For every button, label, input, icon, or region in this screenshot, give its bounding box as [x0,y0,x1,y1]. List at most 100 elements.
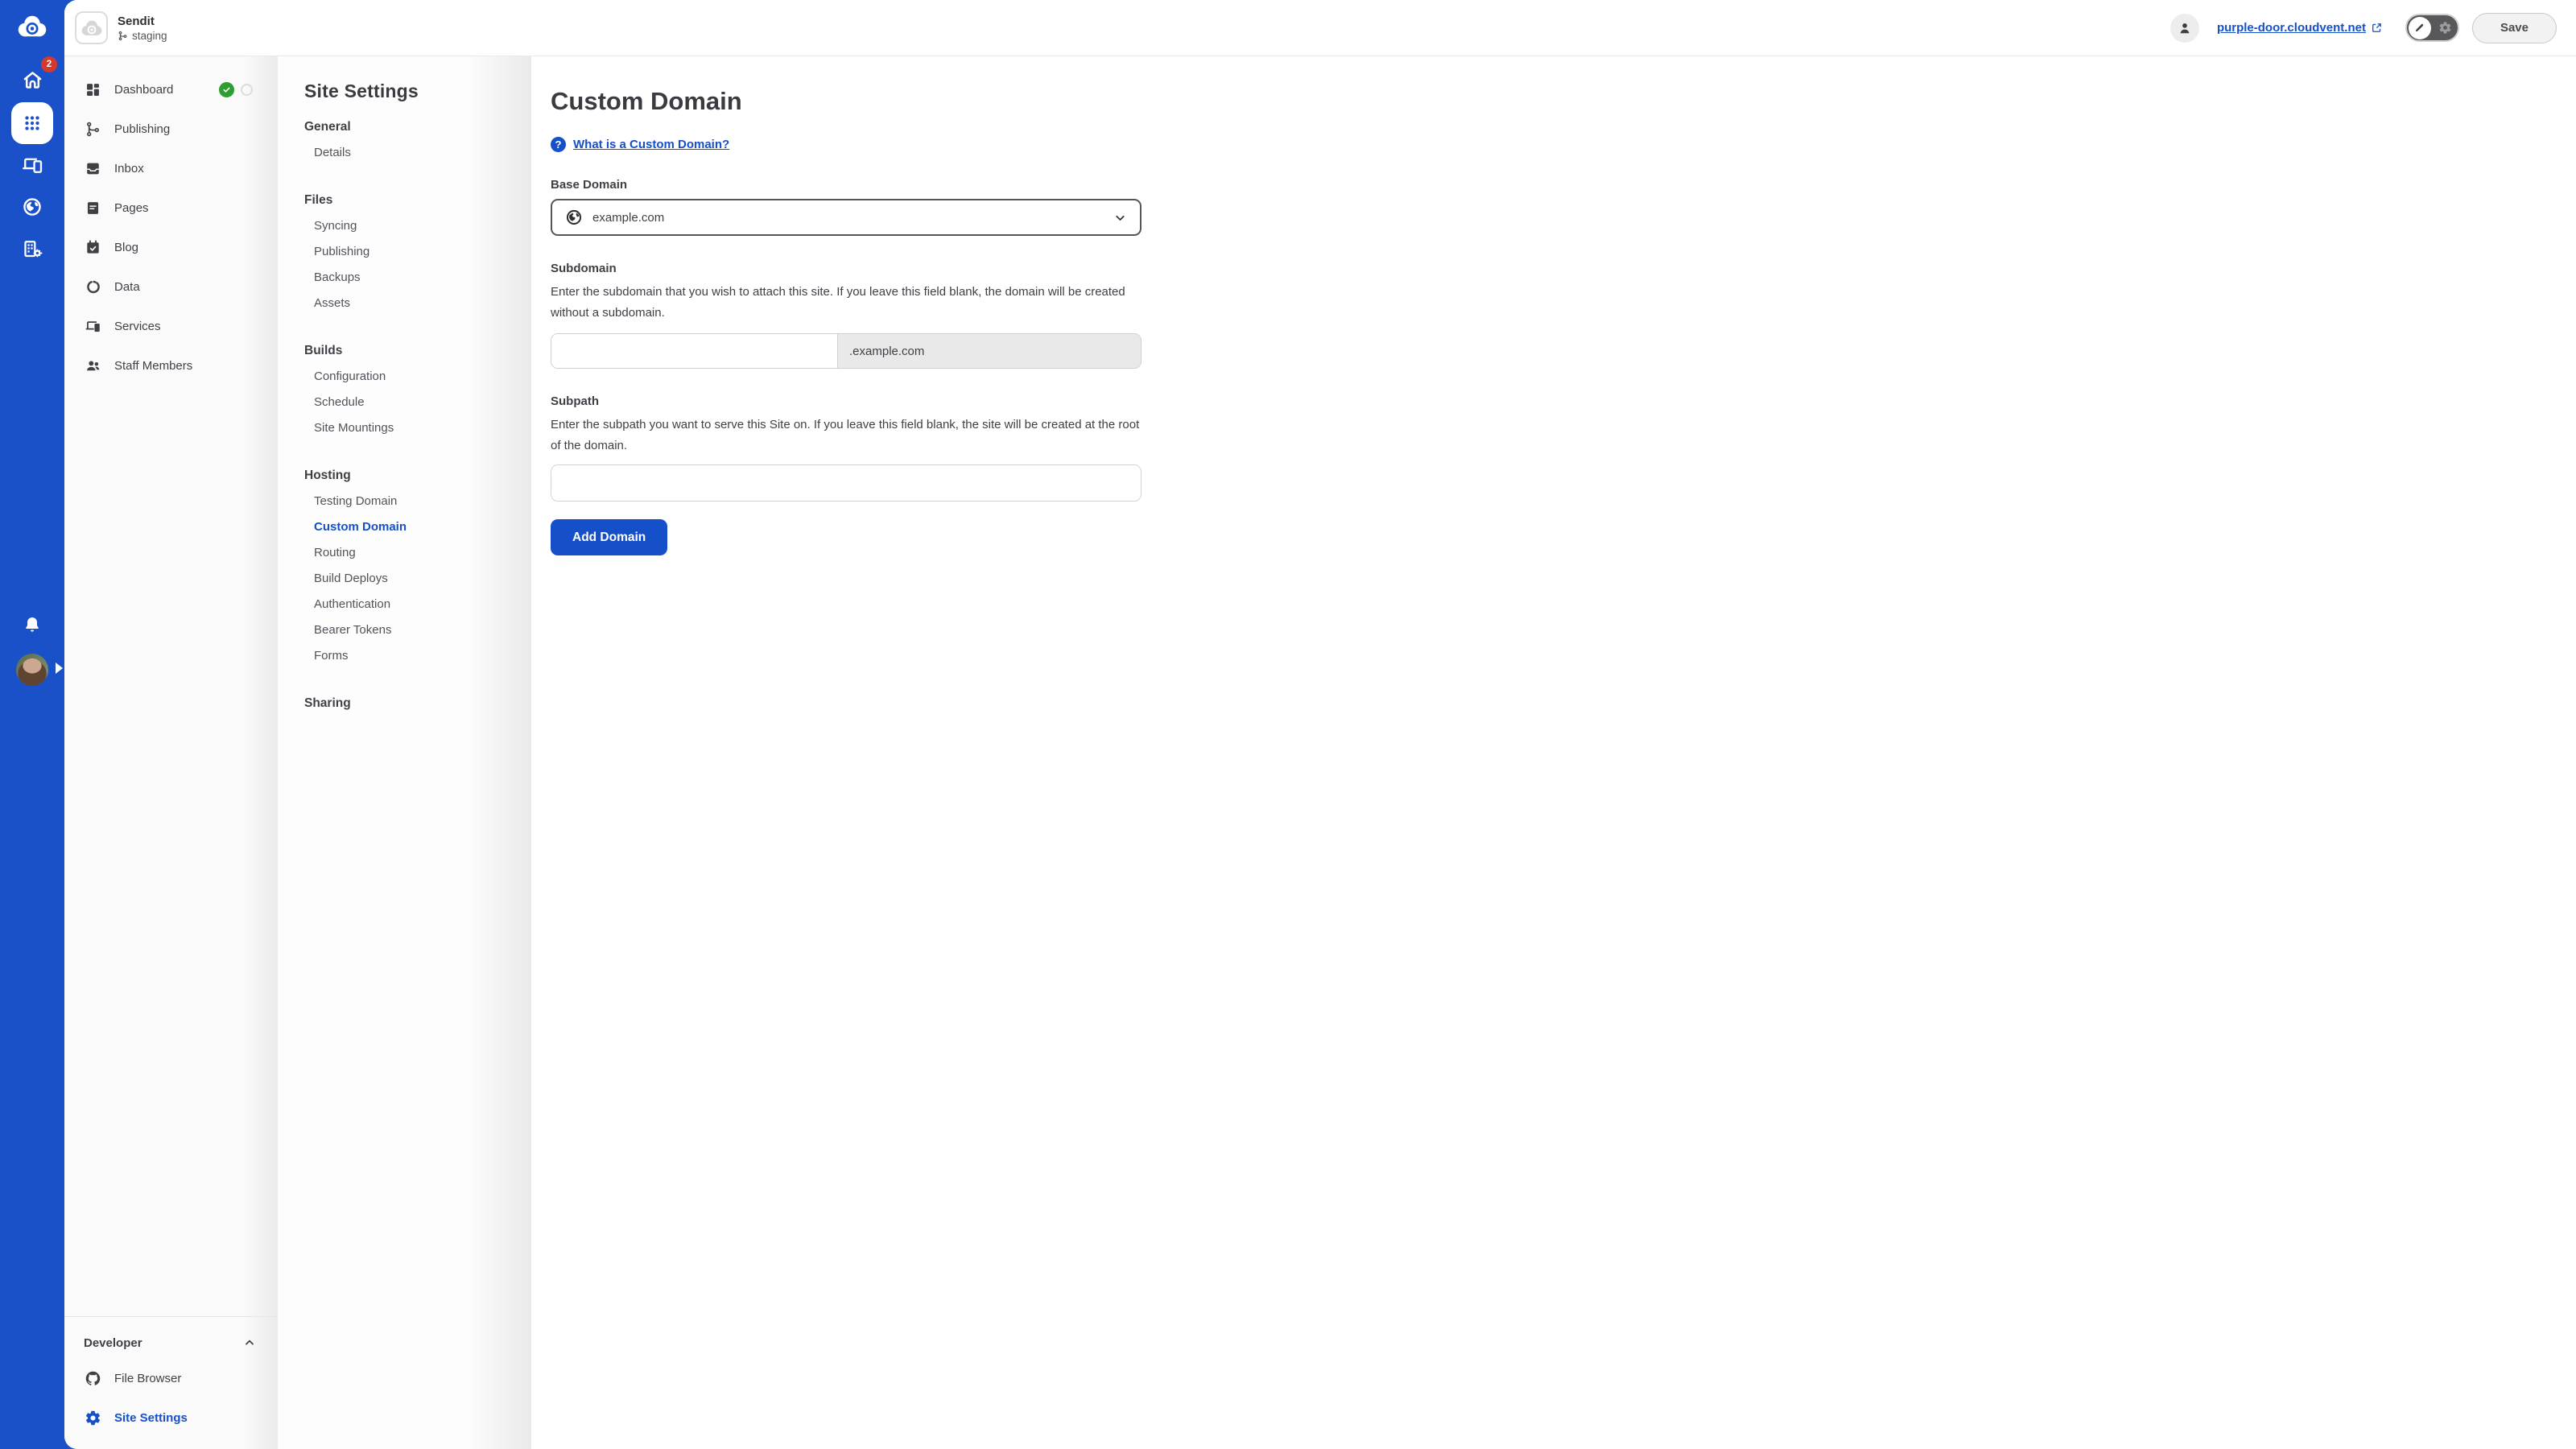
data-loop-icon [85,279,101,295]
rail-notifications-button[interactable] [14,607,50,642]
settings-item-bearer-tokens[interactable]: Bearer Tokens [314,617,531,643]
nav-item-dashboard[interactable]: Dashboard [64,70,277,109]
add-domain-button[interactable]: Add Domain [551,519,667,555]
subpath-label: Subpath [551,394,1141,408]
subpath-description: Enter the subpath you want to serve this… [551,415,1141,456]
dashboard-icon [85,81,101,98]
site-nav-sidebar: Dashboard Publishing [64,56,278,1449]
site-logo-thumbnail [75,11,108,44]
environment-row: staging [118,30,167,42]
nav-item-services[interactable]: Services [64,307,277,346]
help-link[interactable]: What is a Custom Domain? [573,138,729,151]
nav-item-label: Data [114,280,140,294]
pending-status-icon [241,84,253,96]
base-domain-value: example.com [592,211,664,225]
site-logo-icon [80,19,104,38]
rail-devices-button[interactable] [14,147,50,183]
edit-mode-knob[interactable] [2409,17,2431,39]
base-domain-select[interactable]: example.com [551,199,1141,236]
settings-item-custom-domain[interactable]: Custom Domain [314,514,531,540]
nav-item-label: Site Settings [114,1411,188,1425]
settings-item-forms[interactable]: Forms [314,643,531,669]
branch-icon [118,31,128,41]
cloudcannon-logo-icon [15,13,49,39]
settings-mode-side[interactable] [2438,21,2452,35]
preview-url-link[interactable]: purple-door.cloudvent.net [2217,21,2383,35]
settings-item-build-deploys[interactable]: Build Deploys [314,566,531,592]
section-heading-files: Files [304,193,531,208]
nav-item-file-browser[interactable]: File Browser [64,1359,277,1398]
devices-icon [21,154,43,176]
subpath-input[interactable] [551,464,1141,502]
bell-icon [23,615,42,634]
developer-section-title: Developer [84,1336,142,1350]
settings-item-schedule[interactable]: Schedule [314,390,531,415]
settings-item-syncing[interactable]: Syncing [314,213,531,239]
expand-arrow-icon [56,663,63,674]
document-icon [85,200,101,217]
nav-item-blog[interactable]: Blog [64,228,277,267]
user-avatar [16,654,48,686]
question-icon: ? [551,137,566,152]
settings-item-backups[interactable]: Backups [314,265,531,291]
rail-organization-button[interactable] [14,231,50,266]
settings-item-details[interactable]: Details [314,140,531,166]
content-columns: Dashboard Publishing [64,56,2576,1449]
nav-item-label: Dashboard [114,83,173,97]
rail-home-button[interactable]: 2 [14,62,50,97]
settings-item-assets[interactable]: Assets [314,291,531,316]
save-button[interactable]: Save [2472,13,2557,43]
nav-item-label: Services [114,320,161,333]
settings-item-publishing[interactable]: Publishing [314,239,531,265]
github-icon [85,1370,101,1387]
nav-item-data[interactable]: Data [64,267,277,307]
nav-item-label: Staff Members [114,359,192,373]
developer-section-header[interactable]: Developer [64,1327,277,1359]
nav-item-label: Pages [114,201,149,215]
subdomain-input[interactable] [551,334,837,368]
help-link-row[interactable]: ? What is a Custom Domain? [551,137,1141,152]
gear-icon [2438,21,2452,35]
settings-item-authentication[interactable]: Authentication [314,592,531,617]
rail-user-menu[interactable] [14,652,50,687]
nav-item-publishing[interactable]: Publishing [64,109,277,149]
account-button[interactable] [2170,14,2199,43]
environment-label: staging [132,30,167,42]
top-header: Sendit staging purple-door.cloudvent.net [64,0,2576,56]
site-meta: Sendit staging [118,14,167,42]
nav-item-site-settings[interactable]: Site Settings [64,1398,277,1438]
section-heading-builds: Builds [304,344,531,358]
chevron-down-icon [1113,211,1127,225]
sync-status [219,82,253,97]
main-panel: Custom Domain ? What is a Custom Domain?… [531,56,2576,1449]
nav-item-pages[interactable]: Pages [64,188,277,228]
external-link-icon [2371,22,2383,34]
inbox-icon [85,160,101,177]
rail-apps-button-active[interactable] [11,102,53,144]
nav-item-inbox[interactable]: Inbox [64,149,277,188]
globe-icon [22,196,43,217]
section-heading-sharing: Sharing [304,696,531,711]
app-rail: 2 [0,0,64,724]
calendar-check-icon [85,239,101,256]
rail-globe-button[interactable] [14,189,50,225]
settings-item-site-mountings[interactable]: Site Mountings [314,415,531,441]
section-heading-general: General [304,120,531,134]
edit-mode-toggle[interactable] [2405,14,2459,42]
organization-gear-icon [22,238,43,260]
settings-subnav: Site Settings General Details Files Sync… [278,56,531,1449]
subdomain-suffix: .example.com [837,334,1141,368]
apps-grid-icon [22,113,43,134]
pencil-icon [2413,22,2425,34]
cloudcannon-logo[interactable] [14,8,50,43]
nav-item-staff-members[interactable]: Staff Members [64,346,277,386]
settings-item-configuration[interactable]: Configuration [314,364,531,390]
base-domain-label: Base Domain [551,178,1141,192]
gear-icon [85,1410,101,1426]
globe-icon [565,208,583,226]
person-icon [2177,20,2193,36]
settings-item-testing-domain[interactable]: Testing Domain [314,489,531,514]
settings-item-routing[interactable]: Routing [314,540,531,566]
git-branch-icon [85,121,101,138]
site-name: Sendit [118,14,167,28]
